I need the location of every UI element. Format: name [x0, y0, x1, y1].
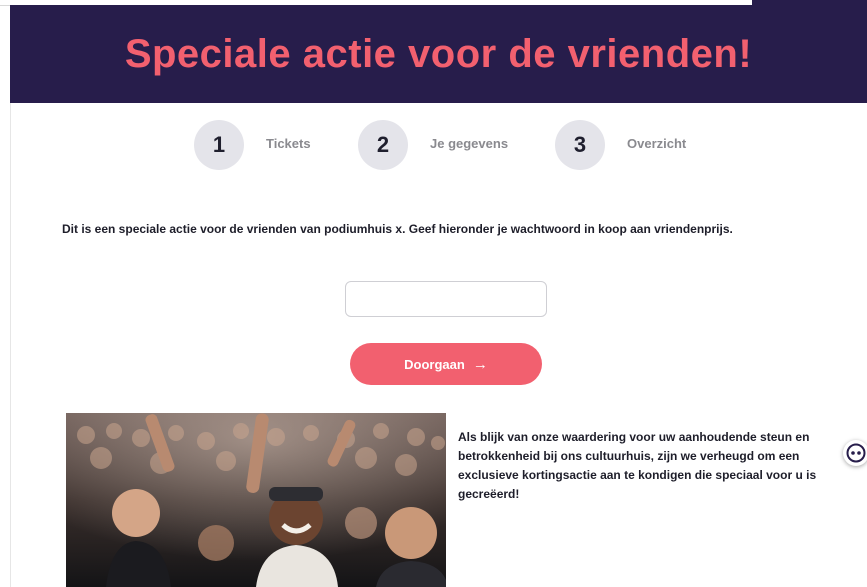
page-title: Speciale actie voor de vrienden!: [124, 32, 753, 76]
step-number: 2: [358, 120, 408, 170]
step-je-gegevens[interactable]: 2 Je gegevens: [358, 120, 508, 170]
concert-crowd-photo: [66, 413, 446, 587]
banner: Speciale actie voor de vrienden!: [10, 5, 867, 103]
step-tickets[interactable]: 1 Tickets: [194, 120, 311, 170]
continue-button[interactable]: Doorgaan →: [350, 343, 542, 385]
step-number: 3: [555, 120, 605, 170]
step-label: Tickets: [266, 135, 311, 151]
continue-label: Doorgaan: [404, 356, 465, 372]
password-input[interactable]: [345, 281, 547, 317]
step-label: Je gegevens: [430, 135, 509, 151]
header-region: Speciale actie voor de vrienden!: [0, 0, 867, 104]
step-overzicht[interactable]: 3 Overzicht: [555, 120, 686, 170]
step-label: Overzicht: [627, 135, 687, 151]
chat-bot-icon[interactable]: [843, 440, 867, 466]
arrow-right-icon: →: [472, 355, 488, 373]
intro-text: Dit is een speciale actie voor de vriend…: [62, 222, 733, 236]
appreciation-text: Als blijk van onze waardering voor uw aa…: [458, 430, 817, 501]
step-number: 1: [194, 120, 244, 170]
